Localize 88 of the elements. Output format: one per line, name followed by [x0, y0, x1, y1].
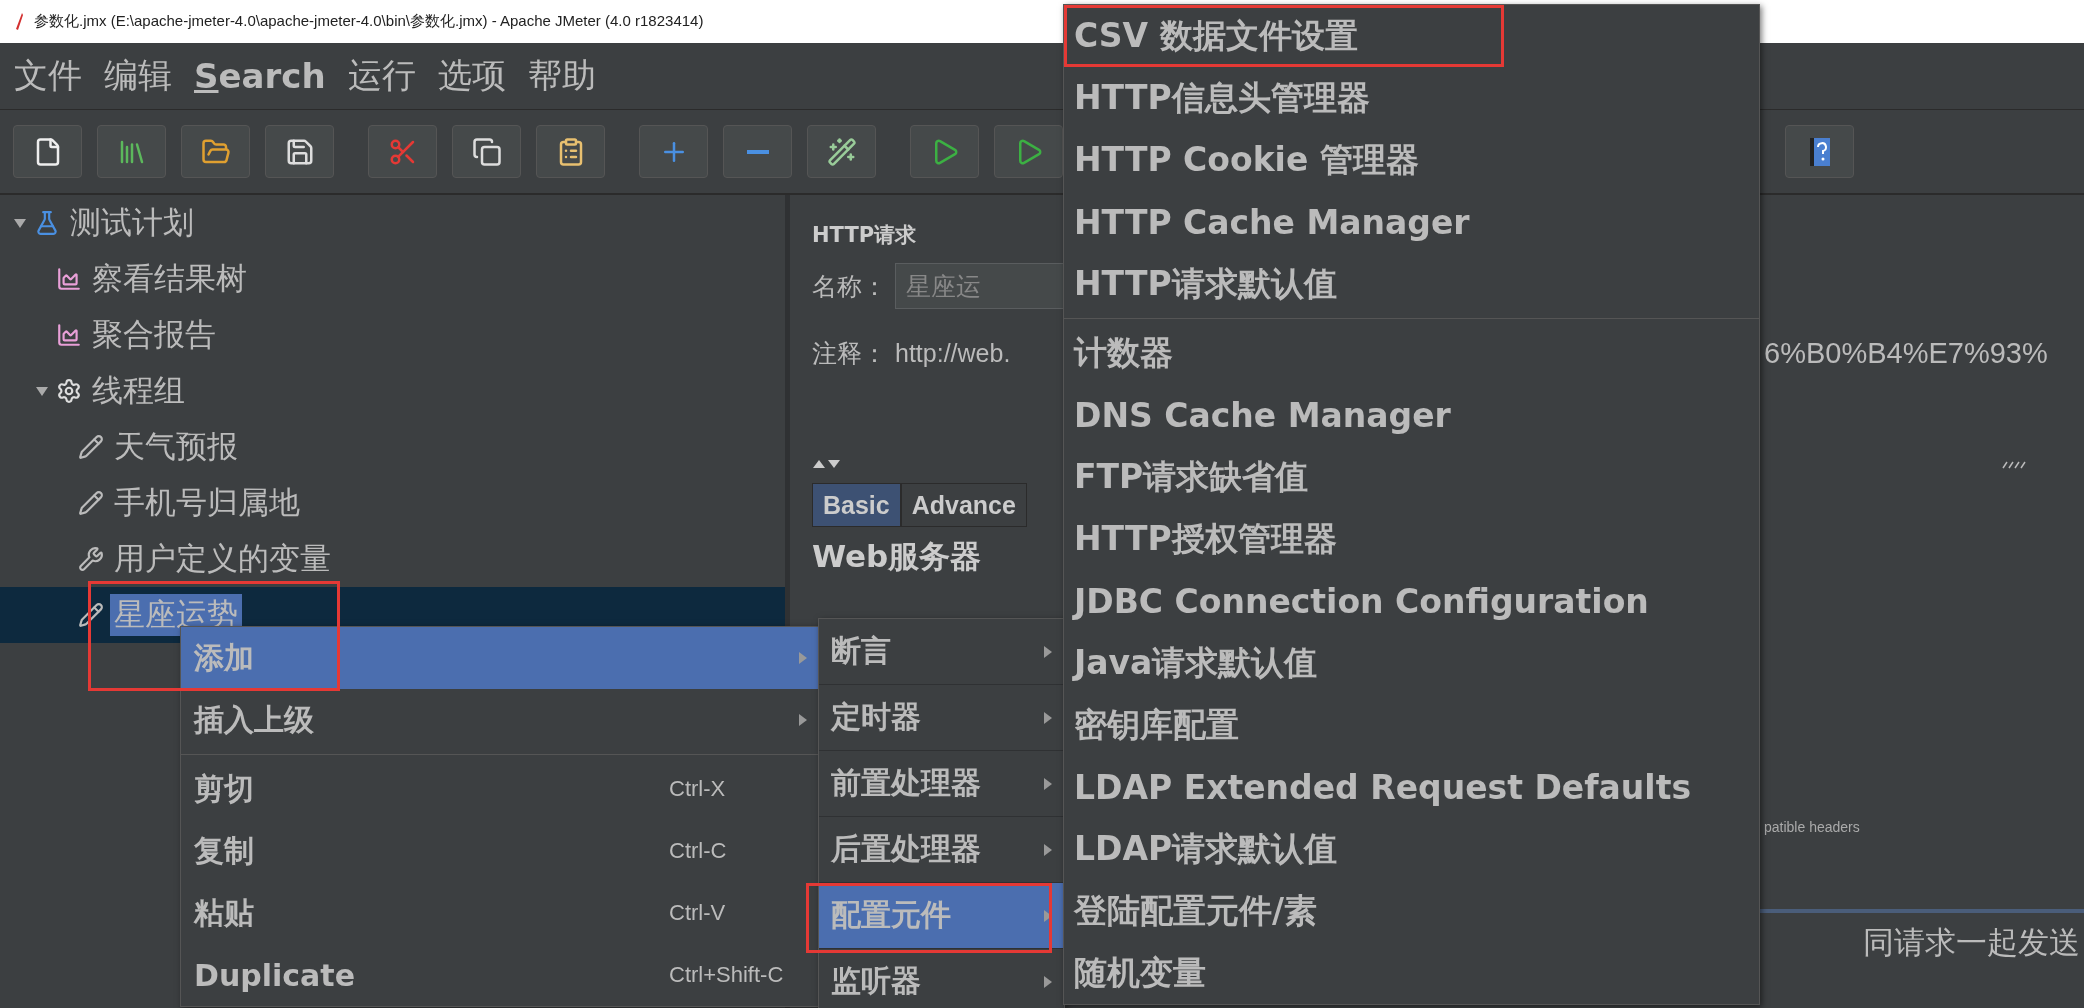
- footer-label: 同请求一起发送: [1863, 923, 2080, 962]
- menu-item[interactable]: HTTP Cache Manager: [1064, 191, 1759, 253]
- menu-item[interactable]: 密钥库配置: [1064, 694, 1759, 756]
- menu-item[interactable]: JDBC Connection Configuration: [1064, 570, 1759, 632]
- pen-icon: [78, 602, 104, 628]
- menu-bar-item[interactable]: 帮助: [527, 53, 596, 99]
- menu-item[interactable]: HTTP Cookie 管理器: [1064, 129, 1759, 191]
- tab[interactable]: Advance: [900, 483, 1027, 527]
- menu-item[interactable]: 剪切 Ctrl-X: [181, 758, 819, 820]
- tree-item-label: 手机号归属地: [113, 483, 301, 522]
- tree-item-label: 聚合报告: [91, 315, 217, 354]
- templates-button[interactable]: [97, 125, 166, 178]
- tree-item[interactable]: 天气预报: [0, 419, 785, 475]
- help-button[interactable]: [1785, 125, 1854, 178]
- section-title: Web服务器: [812, 537, 982, 576]
- menu-item[interactable]: FTP请求缺省值: [1064, 446, 1759, 508]
- wrench-icon: [78, 546, 104, 572]
- window-title: 参数化.jmx (E:\apache-jmeter-4.0\apache-jmeter-4.0\bin\参数化.jmx) - Apache JMeter (4.0 r1823414): [34, 12, 704, 31]
- start-no-pause-button[interactable]: [994, 125, 1063, 178]
- caret-icon: [1042, 710, 1054, 725]
- collapse-button[interactable]: [723, 125, 792, 178]
- chart-icon: [56, 322, 82, 348]
- caret-icon: [1042, 776, 1054, 791]
- tree-item[interactable]: 察看结果树: [0, 251, 785, 307]
- menu-item[interactable]: LDAP请求默认值: [1064, 818, 1759, 880]
- shortcut-text: Ctrl-X: [669, 776, 727, 802]
- tree-item[interactable]: 聚合报告: [0, 307, 785, 363]
- menu-item[interactable]: Duplicate Ctrl+Shift-C: [181, 944, 819, 1006]
- toggle-button[interactable]: [807, 125, 876, 178]
- caret-icon: [797, 713, 809, 727]
- copy-button[interactable]: [452, 125, 521, 178]
- menu-bar-item[interactable]: 选项: [437, 53, 506, 99]
- pen-icon: [78, 434, 104, 460]
- tree-item-label: 察看结果树: [91, 259, 248, 298]
- shortcut-text: Ctrl+Shift-C: [669, 962, 785, 988]
- tree-item-label: 线程组: [91, 371, 186, 410]
- menu-bar-item[interactable]: 编辑: [104, 53, 172, 99]
- tree-item-label: 用户定义的变量: [113, 539, 332, 578]
- menu-item[interactable]: Java请求默认值: [1064, 632, 1759, 694]
- menu-item[interactable]: CSV 数据文件设置: [1064, 5, 1759, 67]
- start-button[interactable]: [910, 125, 979, 178]
- caret-icon: [1042, 644, 1054, 659]
- save-button[interactable]: [265, 125, 334, 178]
- menu-bar-item[interactable]: Search: [194, 56, 326, 96]
- menu-item[interactable]: 粘贴 Ctrl-V: [181, 882, 819, 944]
- shortcut-text: Ctrl-V: [669, 900, 727, 926]
- feather-icon: [14, 12, 24, 31]
- menu-item[interactable]: 插入上级: [181, 689, 819, 751]
- open-folder-button[interactable]: [181, 125, 250, 178]
- help-icon: [1807, 136, 1832, 167]
- tree-item-label: 测试计划: [69, 203, 195, 242]
- menu-item[interactable]: 随机变量: [1064, 942, 1759, 1004]
- caret-icon: [797, 651, 809, 665]
- menu-item[interactable]: 复制 Ctrl-C: [181, 820, 819, 882]
- option-label: patible headers: [1764, 819, 1860, 835]
- tree-item[interactable]: 手机号归属地: [0, 475, 785, 531]
- comment-text: http://web.: [895, 338, 1011, 368]
- copy-icon: [471, 136, 502, 167]
- gear-icon: [56, 378, 82, 404]
- minus-icon: [746, 149, 769, 154]
- menu-item[interactable]: DNS Cache Manager: [1064, 384, 1759, 446]
- caret-icon: [1042, 974, 1054, 989]
- toggle-icon: [826, 136, 857, 167]
- flask-icon: [34, 210, 60, 236]
- menu-bar-item[interactable]: 文件: [14, 53, 82, 99]
- menu-item[interactable]: 登陆配置元件/素: [1064, 880, 1759, 942]
- expand-button[interactable]: [639, 125, 708, 178]
- pen-icon: [78, 490, 104, 516]
- menu-item[interactable]: 计数器: [1064, 322, 1759, 384]
- new-file-button[interactable]: [13, 125, 82, 178]
- tab[interactable]: Basic: [812, 483, 901, 527]
- panel-title: HTTP请求: [812, 222, 917, 249]
- splitter-arrows-icon[interactable]: [812, 457, 842, 469]
- chart-icon: [56, 266, 82, 292]
- paste-button[interactable]: [536, 125, 605, 178]
- tree-item[interactable]: 用户定义的变量: [0, 531, 785, 587]
- tree-item[interactable]: 线程组: [0, 363, 785, 419]
- comment-label: 注释：: [812, 337, 887, 370]
- tree-item[interactable]: 测试计划: [0, 195, 785, 251]
- shortcut-text: Ctrl-C: [669, 838, 728, 864]
- menu-bar-item[interactable]: 运行: [347, 53, 416, 99]
- menu-item[interactable]: LDAP Extended Request Defaults: [1064, 756, 1759, 818]
- comment-text: 6%B0%B4%E7%93%: [1764, 336, 2048, 370]
- menu-item[interactable]: HTTP授权管理器: [1064, 508, 1759, 570]
- caret-icon: [1042, 842, 1054, 857]
- name-label: 名称：: [812, 270, 887, 303]
- menu-item[interactable]: HTTP信息头管理器: [1064, 67, 1759, 129]
- tree-item-label: 天气预报: [113, 427, 239, 466]
